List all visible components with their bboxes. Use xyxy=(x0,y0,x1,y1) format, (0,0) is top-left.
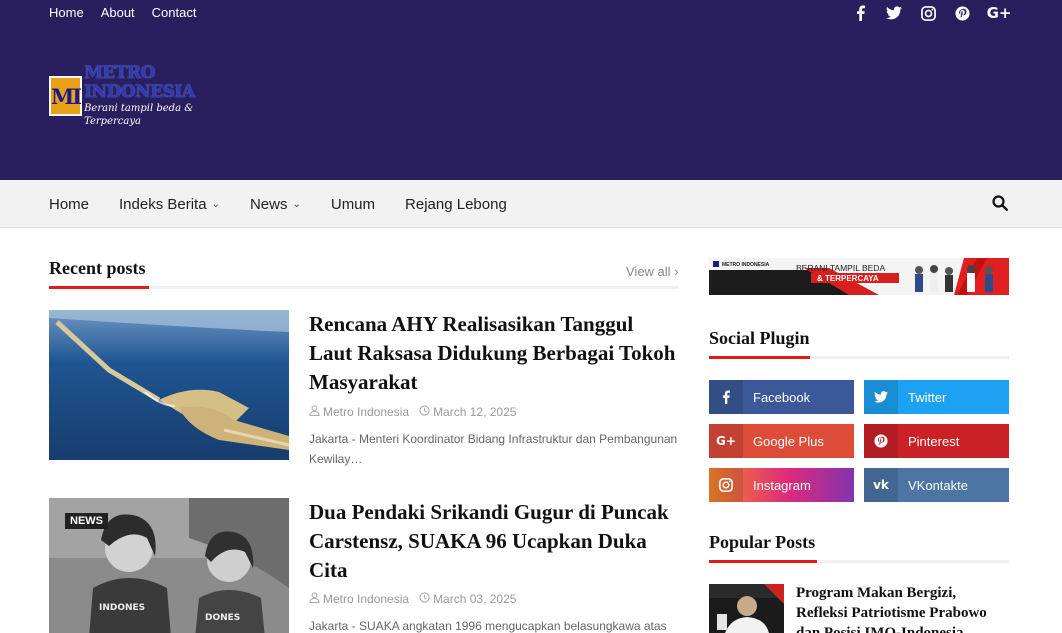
nav-umum-label: Umum xyxy=(330,195,376,213)
post-meta: Metro Indonesia March 03, 2025 xyxy=(309,592,516,606)
post-date-text: March 12, 2025 xyxy=(433,405,517,419)
site-logo[interactable]: MI METRO INDONESIA Berani tampil beda & … xyxy=(49,64,249,127)
sidebar-banner[interactable]: METRO INDONESIA BERANI TAMPIL BEDA & TER… xyxy=(709,258,1009,295)
post-title[interactable]: Rencana AHY Realisasikan Tanggul Laut Ra… xyxy=(309,310,681,397)
instagram-icon xyxy=(709,468,743,502)
recent-posts-underline xyxy=(49,286,679,289)
google-plus-label: Google Plus xyxy=(753,433,824,449)
view-all-link[interactable]: View all › xyxy=(626,264,679,279)
recent-posts-heading: Recent posts xyxy=(49,258,146,278)
nav-rejang-lebong[interactable]: Rejang Lebong xyxy=(405,196,507,213)
post-author-name[interactable]: Metro Indonesia xyxy=(323,592,409,606)
vk-icon: vk xyxy=(864,468,898,502)
search-icon[interactable] xyxy=(992,195,1010,213)
facebook-icon xyxy=(709,380,743,414)
chevron-right-icon: › xyxy=(674,264,679,279)
instagram-label: Instagram xyxy=(753,477,811,493)
vkontakte-button[interactable]: vk VKontakte xyxy=(864,468,1009,502)
google-plus-icon: G+ xyxy=(709,424,743,458)
post-excerpt: Jakarta - SUAKA angkatan 1996 mengucapka… xyxy=(309,619,667,633)
nav-rejang-label: Rejang Lebong xyxy=(405,195,507,213)
main-nav-items: Home Indeks Berita ⌄ News ⌄ Umum Rejang Le… xyxy=(49,180,537,228)
clock-icon xyxy=(419,405,430,419)
pinterest-button[interactable]: Pinterest xyxy=(864,424,1009,458)
banner-graphic: METRO INDONESIA BERANI TAMPIL BEDA & TER… xyxy=(709,258,1009,295)
banner-line2: & TERPERCAYA xyxy=(817,274,879,283)
top-links: Home About Contact xyxy=(49,5,196,20)
site-header: Home About Contact G+ MI METRO INDONESIA… xyxy=(0,0,1062,180)
pinterest-icon xyxy=(864,424,898,458)
popular-posts-heading: Popular Posts xyxy=(709,532,816,552)
sea-wall-photo xyxy=(49,310,289,460)
nav-home[interactable]: Home xyxy=(49,196,89,213)
svg-text:INDONES: INDONES xyxy=(99,603,145,613)
banner-brand: METRO INDONESIA xyxy=(722,262,770,268)
social-plugin-heading: Social Plugin xyxy=(709,328,810,348)
post-author: Metro Indonesia xyxy=(309,405,409,419)
popular-post-title[interactable]: Program Makan Bergizi, Refleksi Patrioti… xyxy=(796,583,1008,633)
top-link-contact[interactable]: Contact xyxy=(152,5,197,20)
google-plus-button[interactable]: G+ Google Plus xyxy=(709,424,854,458)
logo-mark: MI xyxy=(49,76,82,116)
facebook-icon[interactable] xyxy=(852,4,868,22)
instagram-icon[interactable] xyxy=(920,4,936,22)
twitter-icon[interactable] xyxy=(886,4,902,22)
banner-line1: BERANI TAMPIL BEDA xyxy=(796,263,885,273)
twitter-button[interactable]: Twitter xyxy=(864,380,1009,414)
google-plus-icon[interactable]: G+ xyxy=(987,4,1012,22)
twitter-label: Twitter xyxy=(908,389,947,405)
nav-news-label: News xyxy=(249,195,288,213)
clock-icon xyxy=(419,592,430,606)
post-author-name[interactable]: Metro Indonesia xyxy=(323,405,409,419)
popular-post-thumbnail[interactable] xyxy=(709,584,784,633)
logo-tagline: Berani tampil beda & Terpercaya xyxy=(84,103,194,127)
chevron-down-icon: ⌄ xyxy=(292,198,301,210)
speaker-photo xyxy=(709,584,784,633)
logo-title: METRO INDONESIA xyxy=(84,63,195,102)
post-excerpt: Jakarta - Menteri Koordinator Bidang Inf… xyxy=(309,432,678,466)
post-title[interactable]: Dua Pendaki Srikandi Gugur di Puncak Car… xyxy=(309,498,681,585)
view-all-label: View all xyxy=(626,264,671,279)
top-link-about[interactable]: About xyxy=(101,5,135,20)
post-date: March 12, 2025 xyxy=(419,405,516,419)
twitter-icon xyxy=(864,380,898,414)
nav-home-label: Home xyxy=(49,195,90,213)
popular-posts-underline xyxy=(709,560,1009,563)
facebook-label: Facebook xyxy=(753,389,811,405)
svg-text:DONES: DONES xyxy=(205,613,240,623)
chevron-down-icon: ⌄ xyxy=(211,198,220,210)
post-meta: Metro Indonesia March 12, 2025 xyxy=(309,405,516,419)
user-icon xyxy=(309,405,320,419)
instagram-button[interactable]: Instagram xyxy=(709,468,854,502)
main-nav: Home Indeks Berita ⌄ News ⌄ Umum Rejang Le… xyxy=(0,180,1062,228)
pinterest-label: Pinterest xyxy=(908,433,960,449)
post-thumbnail[interactable] xyxy=(49,310,289,460)
social-plugin-underline xyxy=(709,356,1009,359)
nav-indeks-label: Indeks Berita xyxy=(119,195,207,213)
pinterest-icon[interactable] xyxy=(954,4,970,22)
category-badge[interactable]: NEWS xyxy=(65,513,108,529)
user-icon xyxy=(309,592,320,606)
nav-indeks-berita[interactable]: Indeks Berita ⌄ xyxy=(119,196,220,213)
nav-umum[interactable]: Umum xyxy=(331,196,375,213)
logo-text: METRO INDONESIA Berani tampil beda & Ter… xyxy=(84,64,249,128)
facebook-button[interactable]: Facebook xyxy=(709,380,854,414)
nav-news[interactable]: News ⌄ xyxy=(250,196,301,213)
post-author: Metro Indonesia xyxy=(309,592,409,606)
top-link-home[interactable]: Home xyxy=(49,5,84,20)
post-date-text: March 03, 2025 xyxy=(433,592,517,606)
vkontakte-label: VKontakte xyxy=(908,477,968,493)
post-date: March 03, 2025 xyxy=(419,592,516,606)
top-social-icons: G+ xyxy=(852,4,1012,22)
